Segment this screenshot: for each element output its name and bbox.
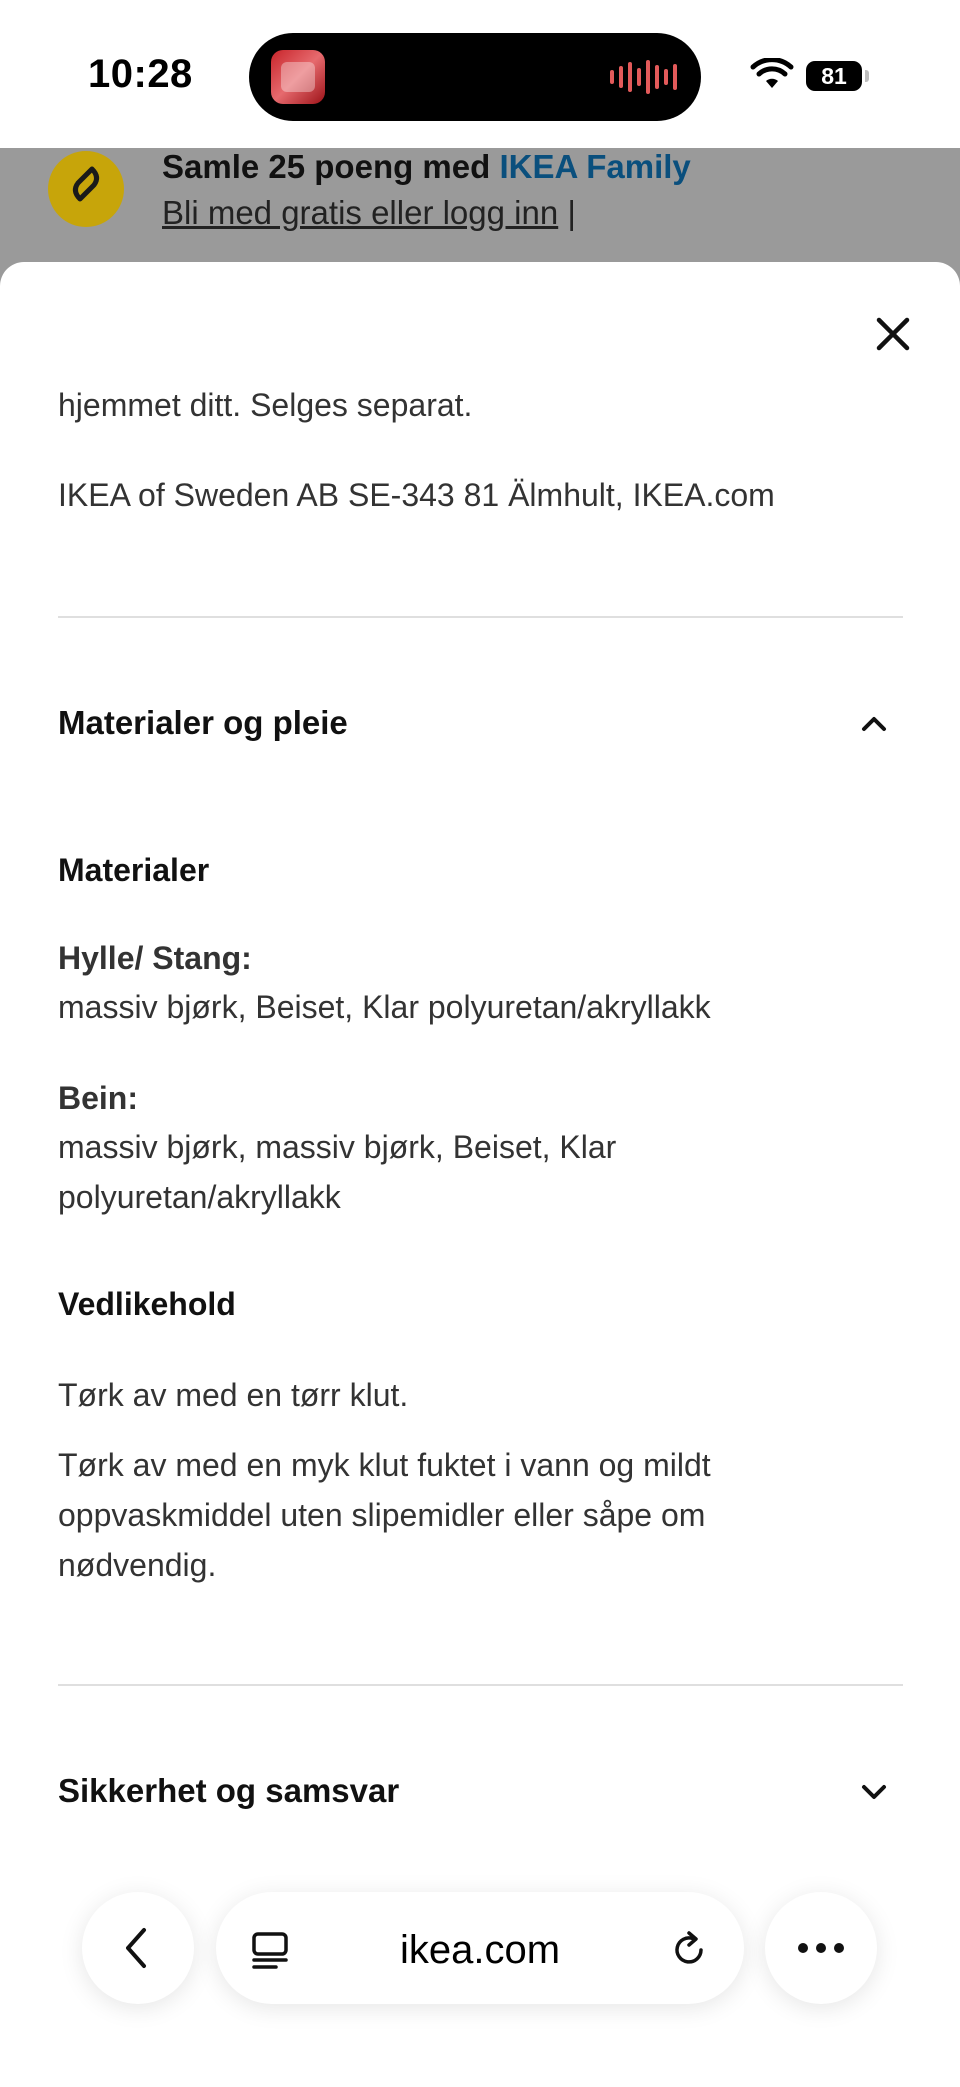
legs-label: Bein: — [58, 1080, 138, 1116]
browser-toolbar: ikea.com — [0, 1870, 960, 2087]
shelf-rod-value: massiv bjørk, Beiset, Klar polyuretan/ak… — [58, 989, 711, 1025]
join-login-row: Bli med gratis eller logg inn | — [162, 194, 576, 231]
safety-compliance-header[interactable]: Sikkerhet og samsvar — [58, 1772, 399, 1810]
audio-waveform-icon — [610, 59, 677, 95]
divider — [58, 1684, 903, 1686]
address-bar[interactable]: ikea.com — [216, 1892, 744, 2004]
battery-tip — [865, 70, 869, 82]
chevron-down-icon[interactable] — [856, 1774, 892, 1810]
wifi-icon — [750, 58, 794, 88]
care-instruction-2-line-1: Tørk av med en myk klut fuktet i vann og… — [58, 1447, 711, 1483]
status-bar: 10:28 81 — [0, 0, 960, 148]
care-instruction-2-line-3: nødvendig. — [58, 1547, 217, 1583]
materials-care-header[interactable]: Materialer og pleie — [58, 704, 348, 742]
legs-value-line-2: polyuretan/akryllakk — [58, 1179, 341, 1215]
reload-icon[interactable] — [668, 1928, 710, 1970]
battery-indicator: 81 — [806, 61, 862, 91]
materials-heading: Materialer — [58, 852, 210, 888]
join-login-link[interactable]: Bli med gratis eller logg inn — [162, 194, 558, 231]
product-details-sheet: hjemmet ditt. Selges separat. IKEA of Sw… — [0, 262, 960, 2087]
back-button[interactable] — [82, 1892, 194, 2004]
status-time: 10:28 — [88, 52, 193, 96]
dynamic-island[interactable] — [249, 33, 701, 121]
care-instruction-1: Tørk av med en tørr klut. — [58, 1377, 409, 1413]
promo-title: Samle 25 poeng med IKEA Family — [162, 148, 691, 185]
chevron-left-icon — [126, 1928, 146, 1968]
shelf-rod-label: Hylle/ Stang: — [58, 940, 252, 976]
chevron-up-icon[interactable] — [856, 706, 892, 742]
description-text: hjemmet ditt. Selges separat. — [58, 387, 473, 423]
ikea-family-link[interactable]: IKEA Family — [499, 148, 690, 185]
url-text[interactable]: ikea.com — [216, 1928, 744, 1973]
manufacturer-text: IKEA of Sweden AB SE-343 81 Älmhult, IKE… — [58, 477, 775, 513]
close-icon[interactable] — [867, 308, 919, 360]
now-playing-thumbnail — [271, 50, 325, 104]
more-icon — [798, 1943, 844, 1953]
ikea-family-badge-icon — [48, 151, 124, 227]
care-instruction-2-line-2: oppvaskmiddel uten slipemidler eller såp… — [58, 1497, 706, 1533]
legs-value-line-1: massiv bjørk, massiv bjørk, Beiset, Klar — [58, 1129, 617, 1165]
care-heading: Vedlikehold — [58, 1286, 236, 1322]
divider — [58, 616, 903, 618]
more-button[interactable] — [765, 1892, 877, 2004]
